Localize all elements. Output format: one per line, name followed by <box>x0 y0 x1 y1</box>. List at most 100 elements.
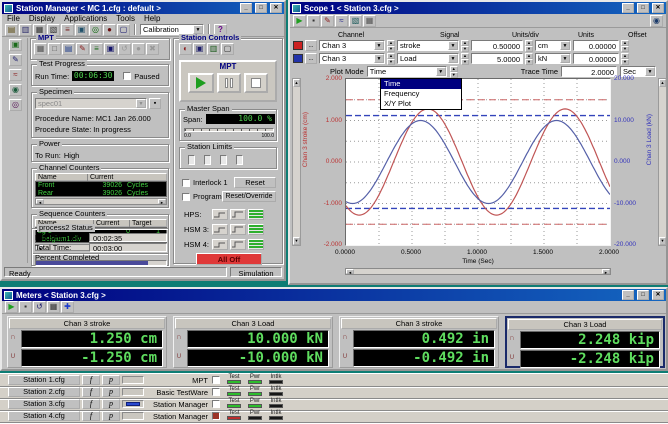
dropdown-option-frequency[interactable]: Frequency <box>381 89 461 99</box>
offset-field[interactable]: 0.00000 <box>573 53 619 64</box>
station-config-button[interactable]: Station 1.cfg <box>8 375 80 385</box>
hsm4-high-button[interactable] <box>230 239 246 250</box>
menu-display[interactable]: Display <box>29 14 55 23</box>
meter-panel[interactable]: Chan 3 stroke ∩ ∪ 1.250 cm -1.250 cm <box>7 316 167 368</box>
new-procedure-icon[interactable]: □ <box>48 43 61 55</box>
meter-icon[interactable]: ◎ <box>89 24 102 36</box>
channel-spinner[interactable]: ▲▼ <box>387 40 395 51</box>
close-button[interactable]: ✕ <box>652 3 664 13</box>
stop-button[interactable] <box>244 73 268 93</box>
signal-combobox[interactable]: Load▼ <box>397 53 459 64</box>
station-setup-icon[interactable]: ▣ <box>9 39 22 51</box>
minimize-button[interactable]: _ <box>622 3 634 13</box>
channel-spinner[interactable]: ▲▼ <box>387 53 395 64</box>
display-options-icon[interactable]: ▣ <box>104 43 117 55</box>
trace-time-field[interactable]: 2.0000 <box>561 66 617 77</box>
run-button[interactable] <box>188 73 214 93</box>
scroll-right-icon[interactable]: ► <box>158 199 166 204</box>
scope-app-icon[interactable]: ◉ <box>9 84 22 96</box>
hsm4-low-button[interactable] <box>212 239 228 250</box>
add-meter-icon[interactable]: ✚ <box>61 301 74 313</box>
scroll-down-icon[interactable]: ▼ <box>293 237 300 245</box>
hsm3-high-button[interactable] <box>230 224 246 235</box>
paused-checkbox[interactable] <box>123 72 131 80</box>
channel-options-button[interactable]: ... <box>305 40 317 51</box>
edit-procedure-icon[interactable]: ✎ <box>76 43 89 55</box>
specimen-editor-icon[interactable]: ≡ <box>90 43 103 55</box>
chevron-down-icon[interactable]: ▼ <box>560 41 570 50</box>
table-row[interactable]: Rear 39026 Cycles <box>36 190 166 198</box>
meter-panel[interactable]: Chan 3 Load ∩ ∪ 10.000 kN -10.000 kN <box>173 316 333 368</box>
dropdown-option-xy[interactable]: X/Y Plot <box>381 99 461 109</box>
chevron-down-icon[interactable]: ▼ <box>448 41 458 50</box>
span-slider[interactable]: 0.0 100.0 <box>184 128 274 138</box>
scroll-left-icon[interactable]: ◄ <box>36 199 44 204</box>
function-button[interactable]: f <box>82 411 100 421</box>
maximize-button[interactable]: □ <box>637 3 649 13</box>
channel-combobox[interactable]: Chan 3▼ <box>319 53 385 64</box>
hsm4-on-button[interactable] <box>248 239 264 250</box>
traces-icon[interactable]: ▧ <box>349 15 362 27</box>
meters-app-icon[interactable]: ◎ <box>9 99 22 111</box>
clock-icon[interactable]: ● <box>103 24 116 36</box>
reset-button[interactable]: Reset <box>234 177 276 188</box>
dropdown-option-time[interactable]: Time <box>381 79 461 89</box>
function-button[interactable]: f <box>82 387 100 397</box>
units-div-field[interactable]: 5.0000 <box>471 53 523 64</box>
chevron-down-icon[interactable]: ▼ <box>374 41 384 50</box>
channel-combobox[interactable]: Chan 3▼ <box>319 40 385 51</box>
plot-mode-spinner[interactable]: ▲▼ <box>450 66 458 77</box>
minimize-button[interactable]: _ <box>622 290 634 300</box>
units-div-spinner[interactable]: ▲▼ <box>525 40 533 51</box>
col-header-current[interactable]: Current <box>94 220 130 227</box>
meter-panel[interactable]: Chan 3 stroke ∩ ∪ 0.492 in -0.492 in <box>339 316 499 368</box>
specimen-edit-icon[interactable]: ▪ <box>149 98 161 109</box>
offset-field[interactable]: 0.00000 <box>573 40 619 51</box>
parameters-button[interactable]: p <box>102 387 120 397</box>
units-div-spinner[interactable]: ▲▼ <box>525 53 533 64</box>
layout-icon[interactable]: ▦ <box>47 301 60 313</box>
menu-help[interactable]: Help <box>144 14 160 23</box>
setup-icon[interactable]: ✎ <box>321 15 334 27</box>
all-off-button[interactable]: All Off <box>196 253 262 265</box>
minimize-button[interactable]: _ <box>240 3 252 13</box>
hsm3-on-button[interactable] <box>248 224 264 235</box>
chevron-down-icon[interactable]: ▼ <box>374 54 384 63</box>
units-combobox[interactable]: cm▼ <box>535 40 571 51</box>
scroll-left-icon[interactable]: ◄ <box>346 269 354 274</box>
stop-scope-icon[interactable]: ▪ <box>307 15 320 27</box>
undo-icon[interactable]: ↺ <box>118 43 131 55</box>
scroll-down-icon[interactable]: ▼ <box>659 237 666 245</box>
reset-override-button[interactable]: Reset/Override <box>222 191 276 202</box>
parameters-button[interactable]: p <box>102 375 120 385</box>
counters-icon[interactable]: ▢ <box>221 43 234 55</box>
units-combobox[interactable]: kN▼ <box>535 53 571 64</box>
signal-combobox[interactable]: stroke▼ <box>397 40 459 51</box>
scroll-up-icon[interactable]: ▲ <box>659 79 666 87</box>
meters-titlebar[interactable]: Meters < Station 3.cfg > _ □ ✕ <box>2 289 666 301</box>
menu-tools[interactable]: Tools <box>116 14 135 23</box>
scroll-up-icon[interactable]: ▲ <box>293 79 300 87</box>
monitor-icon[interactable]: ▢ <box>117 24 130 36</box>
plot-horizontal-scrollbar[interactable]: ◄► <box>345 268 611 275</box>
table-row[interactable]: Front 39026 Cycles <box>36 182 166 190</box>
parameters-button[interactable]: p <box>102 411 120 421</box>
offset-spinner[interactable]: ▲▼ <box>621 40 629 51</box>
station-checkbox-checked[interactable] <box>212 412 220 420</box>
run-scope-icon[interactable]: ▶ <box>293 15 306 27</box>
chevron-down-icon[interactable]: ▼ <box>436 67 446 76</box>
print-scope-icon[interactable]: ▦ <box>363 15 376 27</box>
station-config-button[interactable]: Station 3.cfg <box>8 399 80 409</box>
station-manager-titlebar[interactable]: Station Manager < MC 1.cfg : default > _… <box>2 2 284 14</box>
specimen-combobox[interactable]: spec01 ▼ <box>35 98 147 109</box>
function-button[interactable]: f <box>82 375 100 385</box>
menu-file[interactable]: File <box>7 14 20 23</box>
meter-panel-selected[interactable]: Chan 3 Load ∩ ∪ 2.248 kip -2.248 kip <box>505 316 665 368</box>
display-icon[interactable]: ▣ <box>75 24 88 36</box>
manual-command-icon[interactable]: ✎ <box>9 54 22 66</box>
station-checkbox[interactable] <box>212 376 220 384</box>
channel-options-button[interactable]: ... <box>305 53 317 64</box>
reset-controller-icon[interactable]: ◐ <box>179 43 192 55</box>
lock-icon[interactable]: ● <box>132 43 145 55</box>
display-select-icon[interactable]: ▣ <box>193 43 206 55</box>
